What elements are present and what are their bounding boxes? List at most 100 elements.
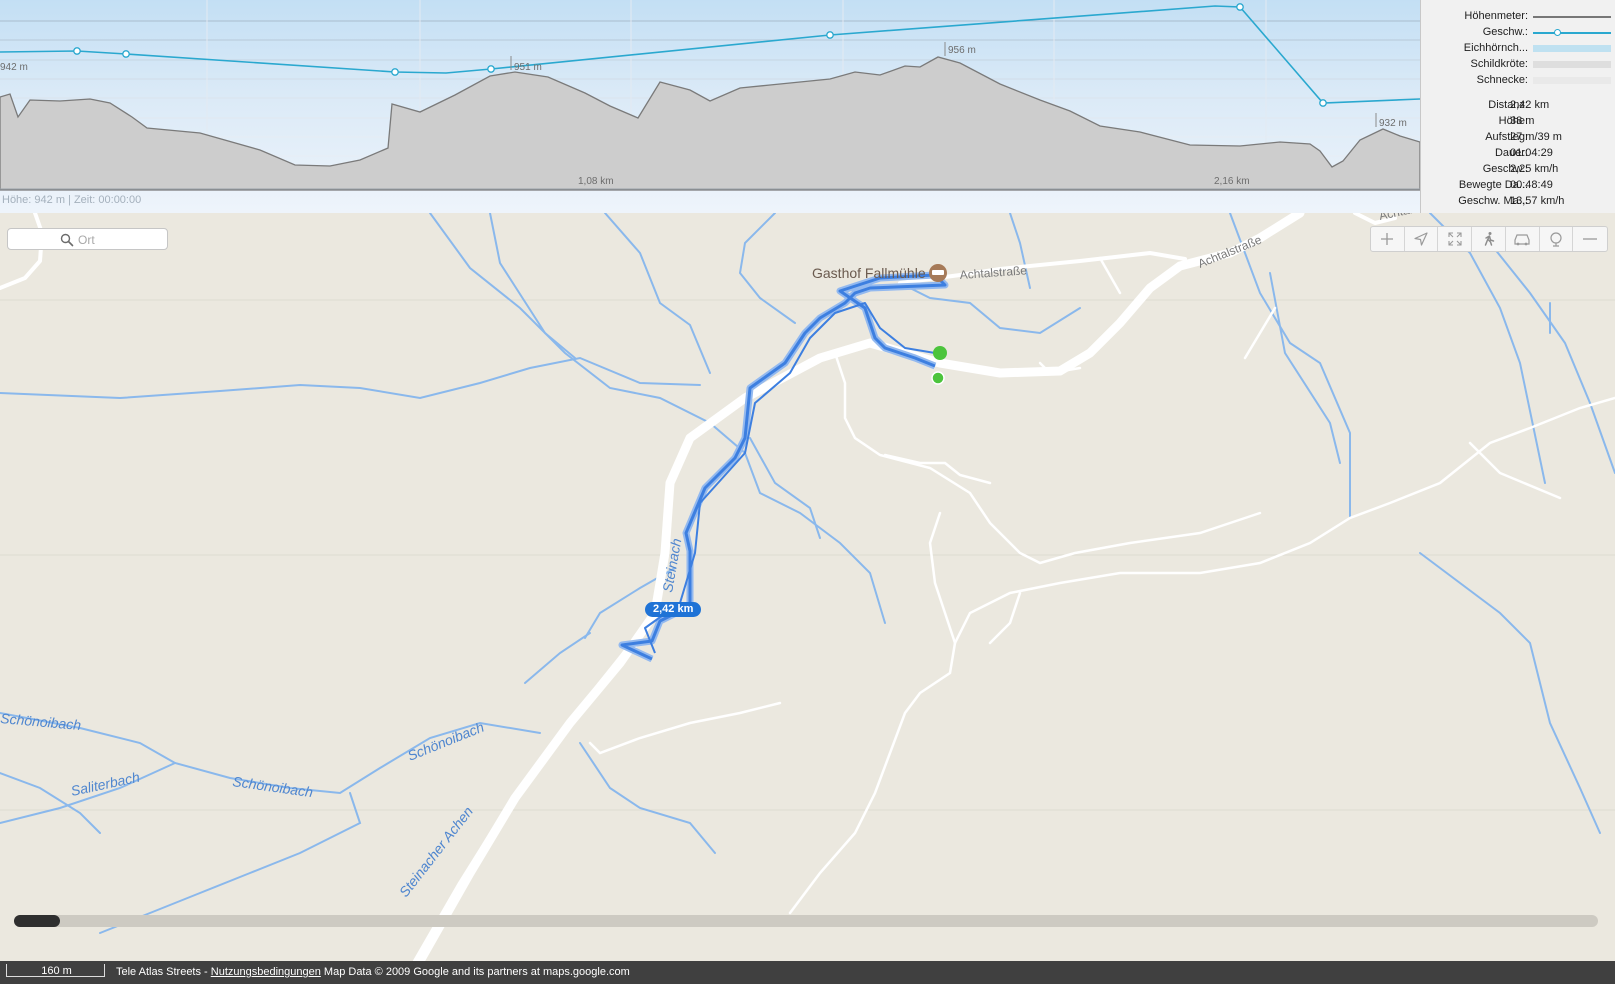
stat-duration: Dauer: 01:04:29 [1421,145,1615,161]
legend-item-snail[interactable]: Schnecke: [1421,72,1615,88]
satellite-button[interactable] [1540,227,1574,251]
globe-icon [1550,232,1562,247]
minor-road [1468,441,1562,500]
locate-button[interactable] [1405,227,1439,251]
elevation-chart-canvas[interactable]: 942 m 951 m 956 m 932 m 1,08 km 2,16 km [0,0,1420,213]
zoom-in-button[interactable] [1371,227,1405,251]
legend-swatch [1533,77,1611,84]
stream [524,632,591,684]
stream [1229,213,1351,519]
stream [0,356,701,400]
minor-road [1243,306,1277,360]
attribution: Tele Atlas Streets - Nutzungsbedingungen… [116,966,630,978]
zoom-out-button[interactable] [1573,227,1607,251]
chart-status-text: Höhe: 942 m | Zeit: 00:00:00 [2,194,142,206]
legend-item-speed[interactable]: Geschw.: [1421,24,1615,40]
track-start-marker[interactable] [931,371,945,385]
distance-label: 1,08 km [578,176,614,187]
plus-icon [1381,233,1394,245]
altitude-label: 942 m [0,62,28,73]
minor-road [1098,256,1122,295]
speed-point [122,50,130,58]
stream [1269,272,1341,464]
minus-icon [1583,238,1598,240]
main-roads [0,213,1397,961]
stream [1429,213,1546,484]
altitude-label: 951 m [514,62,542,73]
main-road-achtalstrasse [415,213,1305,961]
speed-point [1319,99,1327,107]
expand-icon [1448,232,1462,246]
distance-label: 2,16 km [1214,176,1250,187]
stream-label: Schönoibach [0,710,82,733]
stat-height: Höhe: 38 m [1421,113,1615,129]
stream-label: Schönoibach [405,719,486,764]
terms-link[interactable]: Nutzungsbedingungen [211,966,321,978]
stream [579,742,716,854]
stream [489,213,576,359]
scrollbar-thumb[interactable] [14,915,60,927]
speed-point [487,65,495,73]
speed-point [391,68,399,76]
stat-value: 2,42 km [1510,99,1550,111]
hotel-icon-glyph [932,270,944,275]
scale-label: 160 m [41,965,72,977]
map-view[interactable]: Gasthof Fallmühle Achtalstraße Achtalstr… [0,213,1615,961]
search-box[interactable] [7,228,168,250]
speed-point [826,31,834,39]
legend-item-squirrel[interactable]: Eichhörnch... [1421,40,1615,56]
stat-speed: Geschw.: 2,25 km/h [1421,161,1615,177]
map-footer: 160 m Tele Atlas Streets - Nutzungsbedin… [0,961,1615,984]
stat-max-speed: Geschw. Ma... 13,57 km/h [1421,193,1615,209]
stream [738,213,796,324]
legend-swatch [1533,16,1611,18]
stream [1419,552,1601,834]
minor-road [788,511,957,915]
map-canvas[interactable]: Gasthof Fallmühle Achtalstraße Achtalstr… [0,213,1615,961]
minor-road [883,453,992,485]
legend-label: Geschw.: [1482,26,1528,38]
track-end-marker[interactable] [933,346,947,360]
walking-mode-button[interactable] [1472,227,1506,251]
stat-value: 01:04:29 [1510,147,1553,159]
legend-swatch [1533,45,1611,52]
scale-bar: 160 m [6,964,105,977]
stream-label: Schönoibach [232,773,315,800]
speed-point [73,47,81,55]
streams [0,213,1615,934]
walking-icon [1484,232,1494,246]
stats-panel: Höhenmeter: Geschw.: Eichhörnch... Schil… [1420,0,1615,213]
stat-value: 13,57 km/h [1510,195,1565,207]
street-label: Achtalstraße [1196,232,1264,270]
legend-item-turtle[interactable]: Schildkröte: [1421,56,1615,72]
legend-swatch [1533,32,1611,34]
search-icon [60,233,74,247]
driving-mode-button[interactable] [1506,227,1540,251]
legend-label: Höhenmeter: [1464,10,1528,22]
search-input[interactable] [78,232,158,247]
poi-label: Gasthof Fallmühle [812,265,926,281]
attribution-prefix: Tele Atlas Streets - [116,966,211,978]
stream [899,282,1081,335]
stat-distance: Distanz: 2,42 km [1421,97,1615,113]
attribution-suffix: Map Data © 2009 Google and its partners … [320,966,630,978]
stream [749,437,821,539]
street-label: Achtal [1378,213,1414,223]
legend-label: Schnecke: [1476,74,1528,86]
legend-swatch [1533,61,1611,68]
legend-label: Schildkröte: [1470,58,1528,70]
elevation-chart[interactable]: 942 m 951 m 956 m 932 m 1,08 km 2,16 km … [0,0,1420,213]
stat-ascent: Aufstieg: 27 m/39 m [1421,129,1615,145]
minor-road [953,396,1615,645]
legend-speed-marker [1554,29,1561,36]
speed-point [1236,3,1244,11]
legend-item-elevation[interactable]: Höhenmeter: [1421,8,1615,24]
horizontal-scrollbar[interactable] [14,915,1598,927]
route-distance-badge: 2,42 km [645,602,702,617]
stat-value: 00:48:49 [1510,179,1553,191]
minor-road [588,701,782,755]
minor-roads [588,256,1615,915]
altitude-label: 956 m [948,45,976,56]
fullscreen-button[interactable] [1438,227,1473,251]
stream [99,792,362,934]
